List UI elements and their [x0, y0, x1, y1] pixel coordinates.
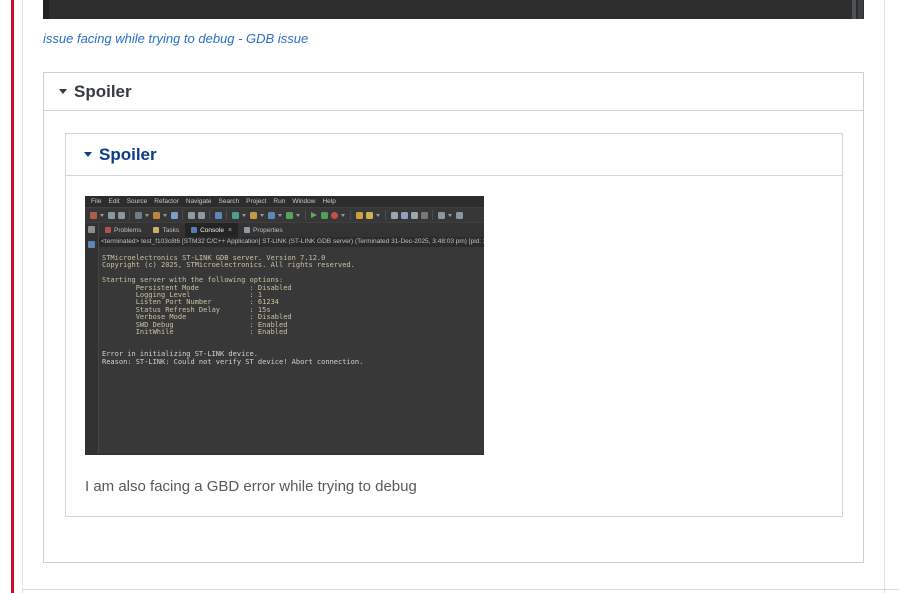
- dropdown-chevron-icon: [278, 213, 282, 217]
- tab-label: Tasks: [162, 226, 180, 234]
- restore-view-icon: [88, 226, 95, 233]
- menu-item-file: File: [91, 198, 102, 205]
- tab-properties: Properties: [238, 223, 289, 237]
- perspective-icon: [437, 211, 445, 219]
- run-config-icon: [249, 211, 257, 219]
- cropped-image-left-edge: [43, 0, 49, 19]
- outer-spoiler-box: Spoiler Spoiler File Edit Source Refactor Na…: [43, 72, 864, 563]
- cropped-image-scrollbar-track: [858, 0, 863, 19]
- tab-console: Console ×: [185, 223, 239, 237]
- menu-item-project: Project: [246, 198, 267, 205]
- save-icon: [107, 211, 115, 219]
- toolbar-separator: [350, 210, 351, 220]
- menu-item-source: Source: [126, 198, 148, 205]
- save-all-icon: [117, 211, 125, 219]
- inner-spoiler-label: Spoiler: [99, 144, 157, 164]
- outer-spoiler-label: Spoiler: [74, 81, 132, 101]
- console-output-area: STMicroelectronics ST-LINK GDB server. V…: [99, 247, 484, 454]
- resume-icon: [311, 212, 317, 218]
- inner-spoiler-header[interactable]: Spoiler: [66, 134, 842, 176]
- ide-toolbar: [85, 207, 484, 223]
- outer-spoiler-header[interactable]: Spoiler: [44, 73, 863, 111]
- close-icon: ×: [227, 226, 233, 234]
- build-icon: [152, 211, 160, 219]
- new-icon: [89, 211, 97, 219]
- views-icon: [455, 211, 463, 219]
- console-server-output: STMicroelectronics ST-LINK GDB server. V…: [102, 254, 355, 337]
- pin-icon: [390, 211, 398, 219]
- console-icon: [191, 227, 198, 233]
- toolbar-separator: [129, 210, 130, 220]
- cropped-image-scrollbar: [852, 0, 856, 19]
- menu-item-navigate: Navigate: [185, 198, 212, 205]
- left-accent-line: [11, 0, 14, 593]
- grid-icon: [410, 211, 418, 219]
- inner-spoiler-box: Spoiler File Edit Source Refactor Navigate Se…: [65, 133, 843, 517]
- tasks-icon: [153, 227, 160, 233]
- cropped-image-bottom: [43, 0, 864, 19]
- dropdown-chevron-icon: [100, 213, 104, 217]
- tab-label: Console: [200, 226, 224, 234]
- post-caption-text: I am also facing a GBD error while tryin…: [85, 478, 417, 495]
- menu-item-window: Window: [292, 198, 316, 205]
- console-mini-icon: [88, 241, 95, 248]
- external-tools-icon: [267, 211, 275, 219]
- dropdown-chevron-icon: [376, 213, 380, 217]
- dropdown-chevron-icon: [242, 213, 246, 217]
- dropdown-chevron-icon: [145, 213, 149, 217]
- toolbar-separator: [209, 210, 210, 220]
- tab-tasks: Tasks: [147, 223, 185, 237]
- minimize-icon: [420, 211, 428, 219]
- toolbar-separator: [385, 210, 386, 220]
- menu-item-edit: Edit: [108, 198, 120, 205]
- forum-post-page: issue facing while trying to debug - GDB…: [0, 0, 899, 593]
- caret-down-icon: [59, 89, 67, 94]
- console-view-icon: [214, 211, 222, 219]
- caret-down-icon: [84, 152, 92, 157]
- ide-menubar: File Edit Source Refactor Navigate Search Proj…: [85, 196, 484, 207]
- toolbar-separator: [182, 210, 183, 220]
- toolbar-separator: [305, 210, 306, 220]
- ide-view-minibar: [85, 223, 99, 454]
- mark-occurrences-icon: [365, 211, 373, 219]
- dropdown-chevron-icon: [296, 213, 300, 217]
- console-status-line: <terminated> test_f103c8t6 [STM32 C/C++ …: [99, 237, 484, 247]
- open-element-icon: [355, 211, 363, 219]
- dropdown-chevron-icon: [163, 213, 167, 217]
- toolbar-separator: [226, 210, 227, 220]
- toolbar-separator: [432, 210, 433, 220]
- debug-icon: [231, 211, 239, 219]
- left-border-line: [22, 0, 23, 593]
- back-icon: [187, 211, 195, 219]
- menu-item-refactor: Refactor: [154, 198, 179, 205]
- ide-screenshot-image: File Edit Source Refactor Navigate Search Proj…: [85, 196, 484, 455]
- console-error-output: Error in initializing ST-LINK device. Re…: [102, 350, 364, 366]
- menu-item-help: Help: [322, 198, 336, 205]
- properties-icon: [244, 227, 251, 233]
- coverage-icon: [285, 211, 293, 219]
- menu-item-run: Run: [273, 198, 286, 205]
- dropdown-chevron-icon: [260, 213, 264, 217]
- bug-icon: [320, 211, 328, 219]
- ide-lower-area: Problems Tasks Console × Properties <termina…: [85, 223, 484, 454]
- tab-problems: Problems: [99, 223, 147, 237]
- ide-tabbar: Problems Tasks Console × Properties: [99, 223, 484, 237]
- terminate-icon: [330, 211, 338, 219]
- new-source-icon: [170, 211, 178, 219]
- dropdown-chevron-icon: [341, 213, 345, 217]
- tab-label: Problems: [114, 226, 142, 234]
- gdb-issue-link[interactable]: issue facing while trying to debug - GDB…: [43, 31, 308, 46]
- bottom-divider-line: [22, 589, 899, 590]
- right-border-line: [884, 0, 885, 593]
- ide-main-area: Problems Tasks Console × Properties <termina…: [99, 223, 484, 454]
- tab-label: Properties: [253, 226, 283, 234]
- bookmark-icon: [400, 211, 408, 219]
- problems-icon: [105, 227, 111, 233]
- skip-breakpoints-icon: [134, 211, 142, 219]
- menu-item-search: Search: [218, 198, 240, 205]
- forward-icon: [197, 211, 205, 219]
- dropdown-chevron-icon: [448, 213, 452, 217]
